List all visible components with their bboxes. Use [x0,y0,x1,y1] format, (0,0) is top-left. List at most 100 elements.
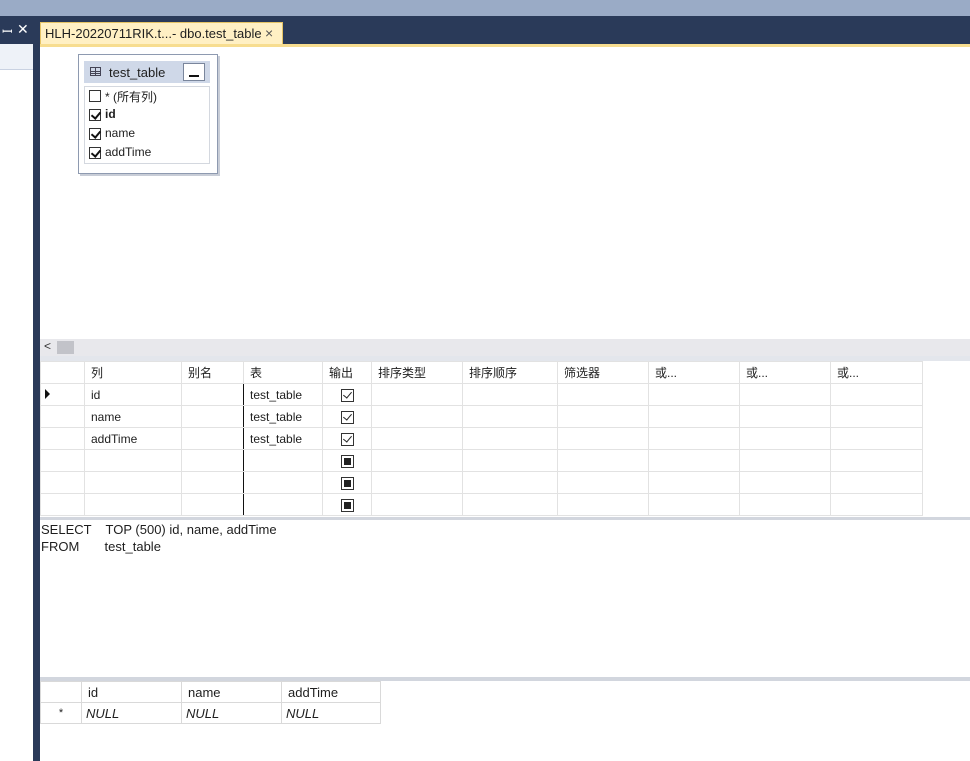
cell-column[interactable]: name [84,405,182,428]
pin-icon[interactable]: ꟷ [2,22,13,40]
column-checkbox[interactable] [89,128,101,140]
cell-or[interactable] [648,405,740,428]
cell-or[interactable] [648,471,740,494]
row-selector[interactable] [40,493,85,516]
diagram-table-header[interactable]: test_table [84,61,210,83]
output-checkbox[interactable] [340,388,354,402]
results-cell[interactable]: NULL [181,702,282,724]
diagram-column-all[interactable]: * (所有列) [85,87,209,106]
cell-sort-type[interactable] [371,493,463,516]
output-checkbox[interactable] [340,498,354,512]
new-row-marker-icon[interactable]: * [40,702,82,724]
output-checkbox[interactable] [340,410,354,424]
cell-sort-order[interactable] [462,427,558,450]
cell-or[interactable] [830,405,923,428]
criteria-row[interactable] [40,493,923,516]
cell-table[interactable] [243,471,323,494]
diagram-horizontal-scrollbar[interactable]: < [40,339,970,356]
column-checkbox[interactable] [89,109,101,121]
close-panel-icon[interactable]: ✕ [17,21,29,38]
cell-column[interactable] [84,493,182,516]
cell-or[interactable] [648,427,740,450]
cell-output[interactable] [322,383,372,406]
cell-column[interactable] [84,449,182,472]
cell-table[interactable] [243,449,323,472]
criteria-row[interactable]: addTime test_table [40,427,923,450]
row-selector[interactable] [40,383,85,406]
sql-pane[interactable]: SELECT TOP (500) id, name, addTime FROM … [41,522,970,677]
cell-or[interactable] [739,427,831,450]
cell-alias[interactable] [181,427,244,450]
cell-or[interactable] [739,383,831,406]
diagram-column-id[interactable]: id [85,106,209,125]
cell-table[interactable]: test_table [243,405,323,428]
cell-output[interactable] [322,427,372,450]
cell-table[interactable] [243,493,323,516]
cell-filter[interactable] [557,383,649,406]
cell-sort-order[interactable] [462,405,558,428]
cell-alias[interactable] [181,449,244,472]
panel-divider[interactable] [33,16,40,761]
row-selector[interactable] [40,471,85,494]
cell-column[interactable] [84,471,182,494]
cell-filter[interactable] [557,405,649,428]
results-cell[interactable]: NULL [281,702,381,724]
cell-filter[interactable] [557,493,649,516]
cell-sort-type[interactable] [371,471,463,494]
close-tab-icon[interactable]: × [265,25,273,41]
row-selector[interactable] [40,449,85,472]
criteria-row[interactable] [40,449,923,472]
output-checkbox[interactable] [340,454,354,468]
row-selector[interactable] [40,405,85,428]
tab-query-designer[interactable]: HLH-20220711RIK.t...- dbo.test_table × [40,22,283,44]
cell-or[interactable] [739,405,831,428]
cell-filter[interactable] [557,449,649,472]
cell-or[interactable] [739,493,831,516]
cell-alias[interactable] [181,471,244,494]
criteria-row[interactable]: name test_table [40,405,923,428]
cell-alias[interactable] [181,493,244,516]
output-checkbox[interactable] [340,432,354,446]
cell-output[interactable] [322,405,372,428]
cell-sort-type[interactable] [371,405,463,428]
cell-or[interactable] [830,383,923,406]
cell-or[interactable] [648,449,740,472]
cell-sort-order[interactable] [462,471,558,494]
results-cell[interactable]: NULL [81,702,182,724]
cell-sort-order[interactable] [462,383,558,406]
cell-sort-type[interactable] [371,427,463,450]
cell-alias[interactable] [181,405,244,428]
cell-or[interactable] [739,471,831,494]
scroll-left-icon[interactable]: < [44,339,51,353]
cell-sort-type[interactable] [371,383,463,406]
cell-or[interactable] [830,449,923,472]
cell-output[interactable] [322,449,372,472]
diagram-column-name[interactable]: name [85,125,209,144]
cell-or[interactable] [648,383,740,406]
cell-sort-order[interactable] [462,449,558,472]
cell-alias[interactable] [181,383,244,406]
cell-sort-order[interactable] [462,493,558,516]
criteria-row[interactable] [40,471,923,494]
scrollbar-thumb[interactable] [57,341,74,354]
diagram-column-addtime[interactable]: addTime [85,144,209,163]
minimize-button[interactable] [183,63,205,81]
pane-splitter[interactable] [40,517,970,520]
cell-filter[interactable] [557,471,649,494]
row-selector[interactable] [40,427,85,450]
cell-table[interactable]: test_table [243,427,323,450]
cell-or[interactable] [830,427,923,450]
diagram-table-test-table[interactable]: test_table * (所有列) id name addTime [78,54,218,174]
cell-column[interactable]: id [84,383,182,406]
column-checkbox[interactable] [89,90,101,102]
cell-sort-type[interactable] [371,449,463,472]
cell-table[interactable]: test_table [243,383,323,406]
cell-or[interactable] [739,449,831,472]
cell-or[interactable] [648,493,740,516]
cell-output[interactable] [322,493,372,516]
criteria-row[interactable]: id test_table [40,383,923,406]
results-new-row[interactable]: * NULL NULL NULL [40,702,381,724]
cell-column[interactable]: addTime [84,427,182,450]
column-checkbox[interactable] [89,147,101,159]
cell-or[interactable] [830,493,923,516]
